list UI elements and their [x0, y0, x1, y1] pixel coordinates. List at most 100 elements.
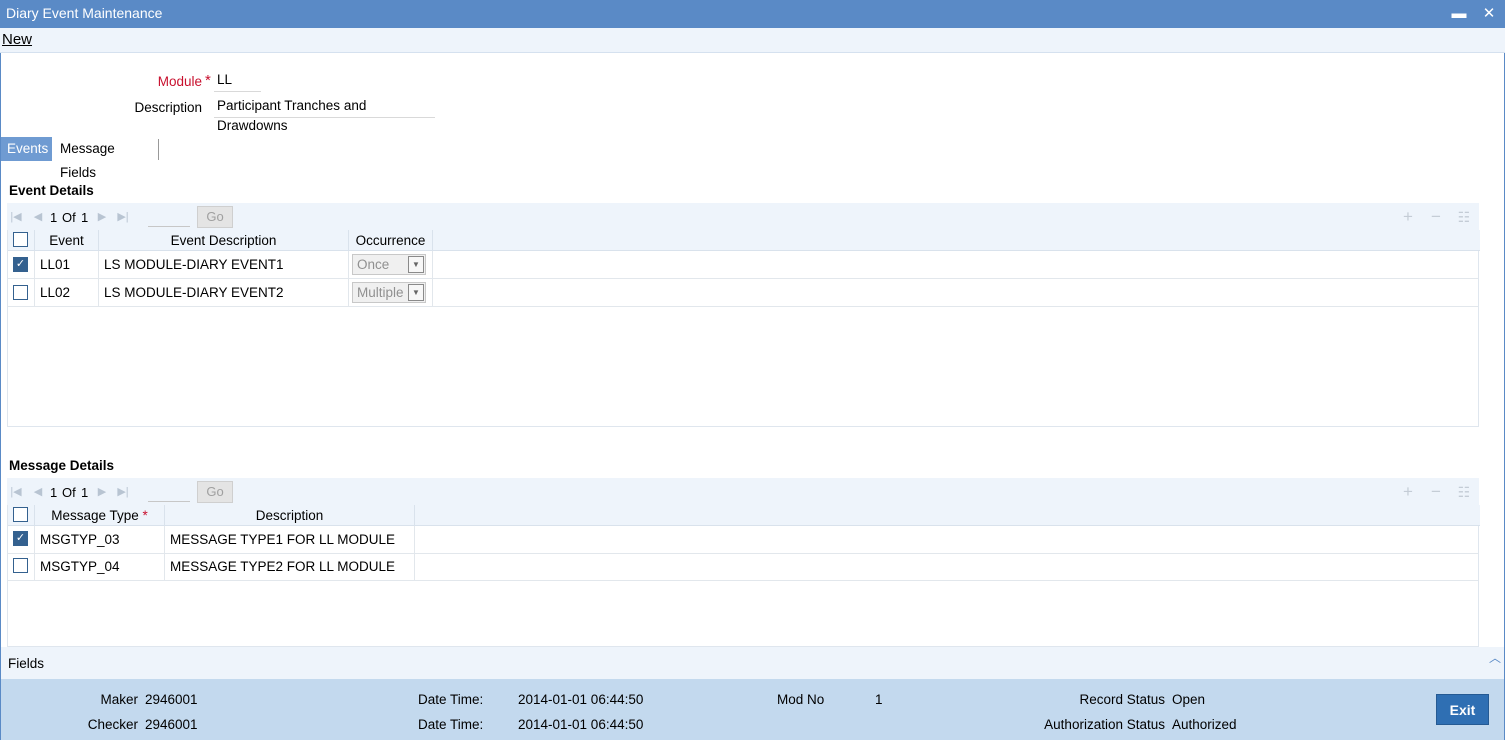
- message-details-title: Message Details: [9, 458, 115, 473]
- delete-row-icon[interactable]: −: [1428, 483, 1444, 501]
- select-all-cell: [8, 505, 35, 526]
- message-grid-header: Message Type * Description: [8, 505, 1480, 526]
- table-row[interactable]: MSGTYP_04 MESSAGE TYPE2 FOR LL MODULE: [8, 553, 1478, 581]
- page-total: 1: [81, 485, 89, 500]
- row-checkbox[interactable]: ✓: [13, 531, 28, 546]
- table-row[interactable]: ✓ LL01 LS MODULE-DIARY EVENT1 Once ▼: [8, 251, 1478, 279]
- col-event[interactable]: Event: [35, 230, 99, 251]
- record-status-value: Open: [1172, 692, 1206, 707]
- record-status-label: Record Status: [1079, 692, 1165, 707]
- single-view-icon[interactable]: ☷: [1456, 208, 1472, 226]
- col-occurrence[interactable]: Occurrence: [349, 230, 433, 251]
- select-all-checkbox[interactable]: [13, 232, 28, 247]
- module-field[interactable]: LL: [214, 70, 261, 92]
- tab-message-fields[interactable]: Message Fields: [54, 137, 121, 180]
- row-select-cell: [8, 279, 35, 306]
- fields-bar: Fields ︿: [1, 647, 1504, 679]
- select-all-cell: [8, 230, 35, 251]
- message-details-grid: Message Type * Description ✓ MSGTYP_03 M…: [7, 505, 1480, 647]
- page-number-input[interactable]: [148, 208, 190, 227]
- page-current: 1: [50, 485, 58, 500]
- event-details-title: Event Details: [9, 183, 94, 198]
- mod-no-value: 1: [875, 692, 883, 707]
- previous-page-icon[interactable]: ◀: [32, 210, 44, 224]
- table-row[interactable]: LL02 LS MODULE-DIARY EVENT2 Multiple ▼: [8, 279, 1478, 307]
- title-bar: Diary Event Maintenance ▬ ✕: [0, 0, 1505, 28]
- event-description: LS MODULE-DIARY EVENT2: [99, 279, 349, 306]
- single-view-icon[interactable]: ☷: [1456, 483, 1472, 501]
- page-of-label: Of: [62, 210, 76, 225]
- audit-footer: [1, 679, 1504, 740]
- module-label: Module: [157, 74, 202, 89]
- maker-datetime-value: 2014-01-01 06:44:50: [518, 692, 644, 707]
- previous-page-icon[interactable]: ◀: [32, 485, 44, 499]
- last-page-icon[interactable]: ▶|: [117, 210, 129, 224]
- event-code: LL01: [35, 251, 99, 278]
- delete-row-icon[interactable]: −: [1428, 208, 1444, 226]
- authorization-status-value: Authorized: [1172, 717, 1237, 732]
- message-type: MSGTYP_03: [35, 526, 165, 553]
- add-row-icon[interactable]: +: [1400, 208, 1416, 226]
- dropdown-arrow-icon[interactable]: ▼: [408, 256, 424, 273]
- page-number-input[interactable]: [148, 483, 190, 502]
- next-page-icon[interactable]: ▶: [96, 485, 108, 499]
- fields-toggle[interactable]: Fields: [8, 656, 44, 671]
- row-select-cell: ✓: [8, 251, 35, 278]
- menu-bar: New: [0, 28, 1505, 53]
- message-description: MESSAGE TYPE1 FOR LL MODULE: [165, 526, 415, 553]
- event-description: LS MODULE-DIARY EVENT1: [99, 251, 349, 278]
- authorization-status-label: Authorization Status: [1044, 717, 1165, 732]
- row-checkbox[interactable]: [13, 285, 28, 300]
- event-details-pager: |◀ ◀ 1 Of 1 ▶ ▶| Go + − ☷: [7, 203, 1479, 231]
- next-page-icon[interactable]: ▶: [96, 210, 108, 224]
- table-row[interactable]: ✓ MSGTYP_03 MESSAGE TYPE1 FOR LL MODULE: [8, 526, 1478, 554]
- message-type-required-marker: *: [142, 508, 148, 523]
- dropdown-arrow-icon[interactable]: ▼: [408, 284, 424, 301]
- first-page-icon[interactable]: |◀: [10, 210, 22, 224]
- occurrence-cell: Once ▼: [349, 251, 433, 278]
- maker-datetime-label: Date Time:: [418, 692, 484, 707]
- occurrence-value: Once: [357, 257, 390, 272]
- exit-button[interactable]: Exit: [1436, 694, 1489, 725]
- select-all-checkbox[interactable]: [13, 507, 28, 522]
- tab-events[interactable]: Events: [1, 137, 52, 161]
- message-description: MESSAGE TYPE2 FOR LL MODULE: [165, 553, 415, 580]
- occurrence-value: Multiple: [357, 285, 404, 300]
- module-required-marker: *: [205, 72, 211, 89]
- col-description[interactable]: Description: [165, 505, 415, 526]
- minimize-icon[interactable]: ▬: [1449, 4, 1469, 24]
- col-message-type-label: Message Type: [51, 508, 139, 523]
- maker-value: 2946001: [145, 692, 198, 707]
- new-link[interactable]: New: [2, 31, 32, 48]
- mod-no-label: Mod No: [777, 692, 825, 707]
- checker-datetime-value: 2014-01-01 06:44:50: [518, 717, 644, 732]
- occurrence-select[interactable]: Multiple ▼: [352, 282, 426, 303]
- row-checkbox[interactable]: ✓: [13, 257, 28, 272]
- message-type: MSGTYP_04: [35, 553, 165, 580]
- occurrence-cell: Multiple ▼: [349, 279, 433, 306]
- occurrence-select[interactable]: Once ▼: [352, 254, 426, 275]
- description-field[interactable]: Participant Tranches and Drawdowns: [214, 96, 435, 133]
- go-button[interactable]: Go: [197, 481, 233, 503]
- description-label: Description: [134, 100, 202, 115]
- close-icon[interactable]: ✕: [1479, 4, 1499, 24]
- last-page-icon[interactable]: ▶|: [117, 485, 129, 499]
- maker-label: Maker: [100, 692, 138, 707]
- row-select-cell: [8, 553, 35, 580]
- page-of-label: Of: [62, 485, 76, 500]
- page-current: 1: [50, 210, 58, 225]
- col-message-type[interactable]: Message Type *: [35, 505, 165, 526]
- tab-divider: [158, 139, 159, 160]
- event-details-grid: Event Event Description Occurrence ✓ LL0…: [7, 230, 1480, 427]
- message-details-pager: |◀ ◀ 1 Of 1 ▶ ▶| Go + − ☷: [7, 478, 1479, 506]
- checker-datetime-label: Date Time:: [418, 717, 484, 732]
- row-select-cell: ✓: [8, 526, 35, 553]
- checker-label: Checker: [87, 717, 138, 732]
- first-page-icon[interactable]: |◀: [10, 485, 22, 499]
- event-code: LL02: [35, 279, 99, 306]
- row-checkbox[interactable]: [13, 558, 28, 573]
- add-row-icon[interactable]: +: [1400, 483, 1416, 501]
- col-event-description[interactable]: Event Description: [99, 230, 349, 251]
- go-button[interactable]: Go: [197, 206, 233, 228]
- chevron-up-icon[interactable]: ︿: [1489, 649, 1501, 666]
